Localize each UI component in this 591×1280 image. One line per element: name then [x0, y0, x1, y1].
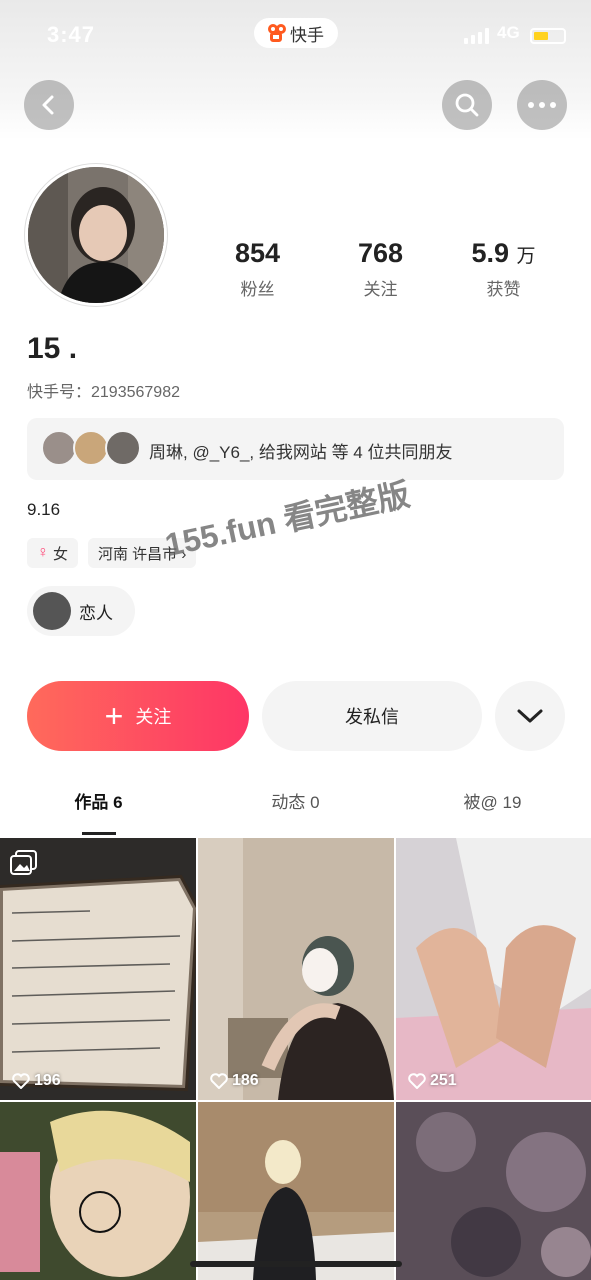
gender-tag: ♀ 女 [27, 538, 79, 568]
likes-value: 5.9 [471, 238, 509, 268]
following-stat[interactable]: 768 关注 [319, 238, 442, 300]
network-type: 4G [497, 23, 520, 42]
likes-label: 获赞 [486, 280, 521, 299]
profile-bio: 9.16 [27, 500, 61, 519]
post-likes: 186 [210, 1072, 259, 1090]
more-dots-icon [528, 102, 556, 108]
posts-grid: 196 186 251 [0, 838, 591, 1280]
watermark-text: 155.fun 看完整版 [161, 476, 413, 564]
post-likes: 196 [12, 1072, 61, 1090]
search-icon [455, 93, 479, 117]
back-button[interactable] [24, 80, 74, 130]
relationship-label: 恋人 [79, 603, 113, 623]
post-thumbnail [0, 838, 196, 1100]
mutual-friends-bar[interactable]: 周琳, @_Y6_, 给我网站 等 4 位共同朋友 [27, 418, 564, 480]
tab-works[interactable]: 作品 6 [0, 788, 197, 835]
battery-icon [530, 28, 566, 44]
post-thumbnail [198, 838, 394, 1100]
female-icon: ♀ [37, 544, 49, 561]
profile-tabs: 作品 6 动态 0 被@ 19 [0, 788, 591, 835]
image-album-icon [10, 850, 37, 875]
post-thumbnail [198, 1102, 394, 1280]
app-indicator: 快手 [254, 18, 338, 48]
kuaishou-id[interactable]: 快手号：2193567982 [27, 378, 180, 402]
heart-icon [210, 1073, 228, 1089]
following-count: 768 [357, 238, 404, 268]
profile-avatar[interactable] [25, 164, 167, 306]
send-message-button[interactable]: 发私信 [262, 681, 482, 751]
post-tile[interactable]: 251 [396, 838, 591, 1100]
followers-count: 854 [234, 238, 281, 268]
following-label: 关注 [363, 280, 398, 299]
likes-stat[interactable]: 5.9 万 获赞 [442, 238, 565, 300]
more-options-button[interactable] [517, 80, 567, 130]
status-time: 3:47 [47, 22, 96, 47]
gender-label: 女 [53, 545, 69, 563]
follow-button[interactable]: + 关注 [27, 681, 249, 751]
post-thumbnail [396, 838, 591, 1100]
partner-avatar [33, 592, 71, 630]
expand-button[interactable] [495, 681, 565, 751]
post-thumbnail [0, 1102, 196, 1280]
signal-icon [464, 28, 489, 44]
tab-mentions[interactable]: 被@ 19 [394, 788, 591, 834]
heart-icon [408, 1073, 426, 1089]
home-indicator [190, 1261, 402, 1267]
post-likes-count: 186 [232, 1072, 259, 1089]
post-tile[interactable] [0, 1102, 196, 1280]
chevron-left-icon [42, 95, 54, 115]
chevron-down-icon [517, 709, 543, 723]
tab-moments[interactable]: 动态 0 [197, 788, 394, 834]
post-tile[interactable] [396, 1102, 591, 1280]
relationship-chip[interactable]: 恋人 [27, 586, 135, 636]
post-tile[interactable]: 196 [0, 838, 196, 1100]
post-likes-count: 196 [34, 1072, 61, 1089]
heart-icon [12, 1073, 30, 1089]
post-likes-count: 251 [430, 1072, 457, 1089]
follow-label: 关注 [135, 707, 172, 727]
profile-stats: 854 粉丝 768 关注 5.9 万 获赞 [196, 238, 566, 300]
followers-stat[interactable]: 854 粉丝 [196, 238, 319, 300]
profile-nickname: 15 . [27, 332, 78, 365]
post-thumbnail [396, 1102, 591, 1280]
mutual-friends-text: 周琳, @_Y6_, 给我网站 等 4 位共同朋友 [149, 443, 453, 462]
likes-count: 5.9 万 [442, 238, 565, 269]
app-name: 快手 [290, 25, 324, 45]
avatar-photo [28, 167, 164, 303]
post-tile[interactable]: 186 [198, 838, 394, 1100]
followers-label: 粉丝 [240, 280, 275, 299]
mutual-friend-avatars [41, 430, 141, 468]
likes-unit: 万 [516, 246, 536, 267]
kuaishou-logo-icon [268, 24, 286, 42]
search-button[interactable] [442, 80, 492, 130]
post-likes: 251 [408, 1072, 457, 1090]
status-bar: 3:47 快手 4G [0, 18, 591, 54]
plus-icon: + [104, 698, 124, 734]
post-tile[interactable] [198, 1102, 394, 1280]
